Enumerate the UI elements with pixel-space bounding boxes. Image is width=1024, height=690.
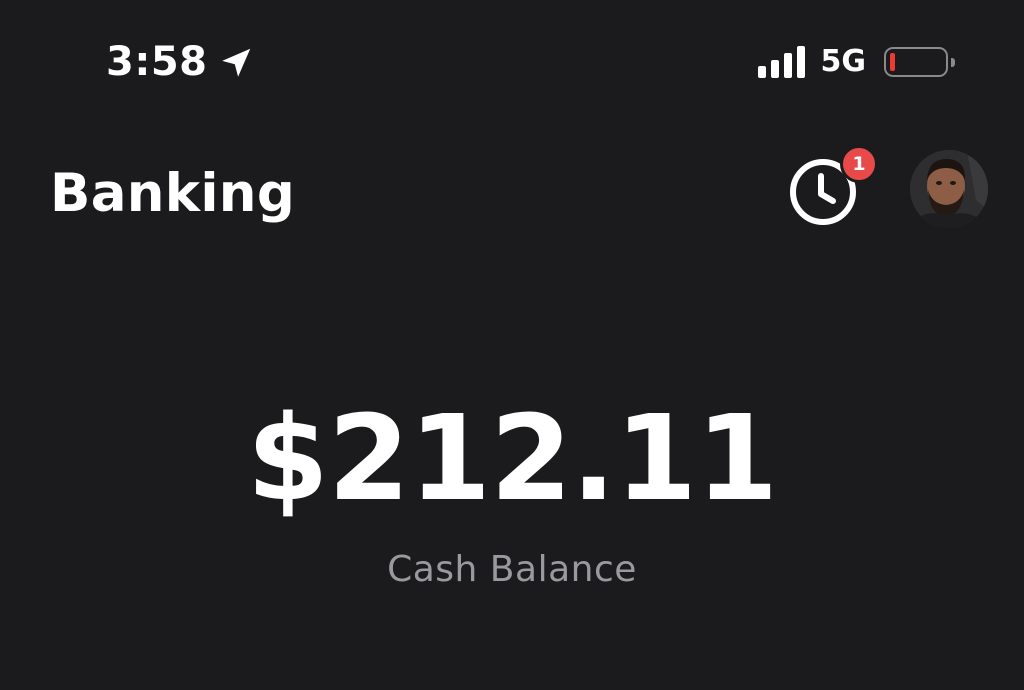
battery-tip <box>951 58 955 67</box>
battery-icon <box>884 47 955 77</box>
page-title: Banking <box>50 163 296 224</box>
cellular-signal-icon <box>757 46 805 78</box>
time-label: 3:58 <box>106 39 208 85</box>
cash-balance-amount[interactable]: $212.11 <box>0 390 1024 526</box>
battery-level-fill <box>890 53 895 71</box>
network-type-label: 5G <box>820 44 867 79</box>
avatar-image <box>910 150 988 228</box>
notification-badge: 1 <box>840 145 878 183</box>
cash-balance-label: Cash Balance <box>387 549 637 590</box>
status-bar-indicators: 5G <box>757 40 955 84</box>
profile-avatar[interactable] <box>910 150 988 228</box>
location-arrow-icon <box>218 44 254 80</box>
status-bar-time: 3:58 <box>106 38 254 86</box>
